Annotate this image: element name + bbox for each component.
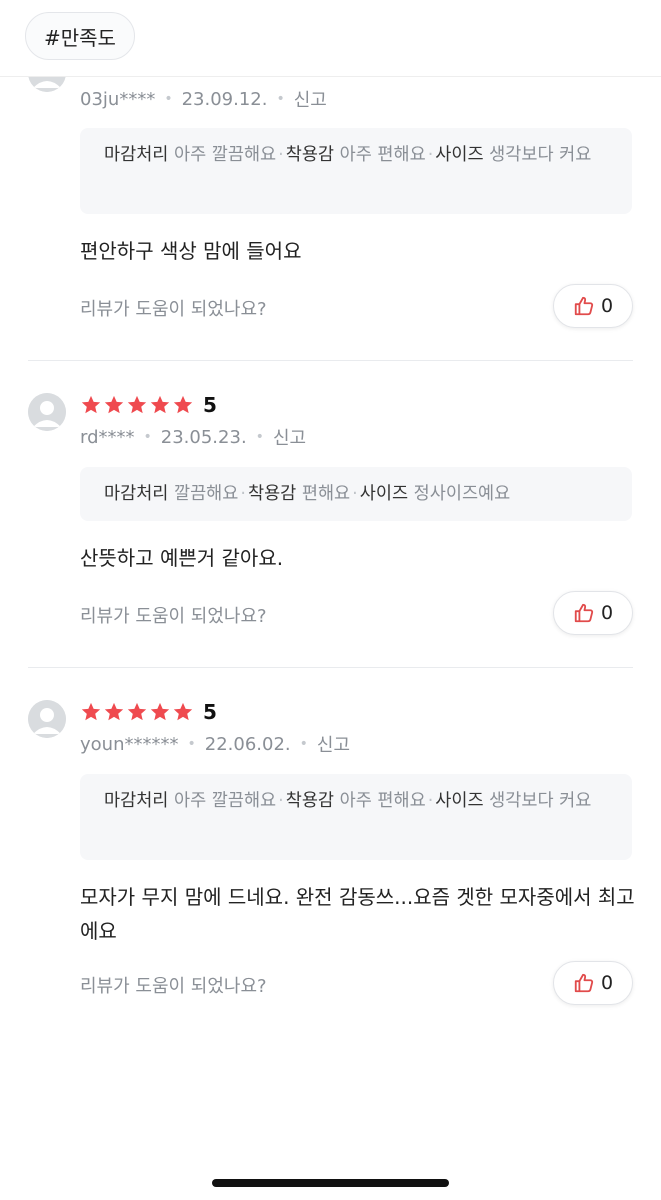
- attr-value: 아주 깔끔해요: [173, 145, 277, 165]
- star-icon: [172, 394, 194, 416]
- star-rating: 5: [80, 700, 217, 724]
- review-text: 모자가 무지 맘에 드네요. 완전 감동쓰...요즘 겟한 모자중에서 최고에요: [80, 885, 635, 943]
- star-icon: [126, 701, 148, 723]
- like-button[interactable]: 0: [553, 591, 633, 635]
- star-icon: [103, 701, 125, 723]
- attr-value: 아주 깔끔해요: [173, 791, 277, 811]
- thumbs-up-icon: [574, 603, 594, 623]
- like-button[interactable]: 0: [553, 961, 633, 1005]
- attr-value: 아주 편해요: [339, 145, 426, 165]
- star-icon: [80, 701, 102, 723]
- review-meta: rd**** • 23.05.23. • 신고: [80, 424, 306, 450]
- attr-key: 마감처리: [104, 145, 169, 165]
- attr-key: 사이즈: [359, 484, 409, 504]
- review-attributes: 마감처리 아주 깔끔해요 · 착용감 아주 편해요 · 사이즈 생각보다 커요: [80, 774, 632, 860]
- review-date: 22.06.02.: [204, 733, 291, 755]
- star-icon: [149, 701, 171, 723]
- review-attributes: 마감처리 깔끔해요 · 착용감 편해요 · 사이즈 정사이즈예요: [80, 467, 632, 521]
- attr-key: 착용감: [285, 145, 335, 165]
- separator-dot: •: [164, 91, 173, 107]
- report-link[interactable]: 신고: [294, 86, 327, 112]
- star-icon: [149, 394, 171, 416]
- attr-value: 편해요: [301, 484, 351, 504]
- helpful-label: 리뷰가 도움이 되었나요?: [80, 606, 267, 627]
- avatar: [28, 393, 66, 431]
- reviewer-name: youn******: [80, 733, 179, 755]
- like-count: 0: [600, 602, 614, 624]
- star-icon: [172, 701, 194, 723]
- review-text: 산뜻하고 예쁜거 같아요.: [80, 546, 284, 570]
- star-icon: [103, 394, 125, 416]
- like-count: 0: [600, 295, 614, 317]
- reviewer-name: 03ju****: [80, 88, 156, 110]
- attr-key: 사이즈: [435, 791, 484, 811]
- avatar: [28, 700, 66, 738]
- separator-dot: •: [255, 429, 264, 445]
- review-meta: 03ju**** • 23.09.12. • 신고: [80, 86, 327, 112]
- filter-chip-satisfaction[interactable]: #만족도: [25, 12, 135, 60]
- thumbs-up-icon: [574, 973, 594, 993]
- review-date: 23.09.12.: [181, 88, 268, 110]
- rating-score: 5: [203, 700, 217, 724]
- attr-key: 착용감: [247, 484, 297, 504]
- attr-key: 마감처리: [104, 484, 169, 504]
- separator-dot: •: [187, 736, 196, 752]
- like-count: 0: [600, 972, 614, 994]
- home-indicator[interactable]: [212, 1179, 449, 1187]
- attr-key: 착용감: [285, 791, 335, 811]
- reviewer-name: rd****: [80, 426, 135, 448]
- separator-dot: •: [276, 91, 285, 107]
- filter-bar: #만족도: [0, 0, 661, 77]
- review-attributes: 마감처리 아주 깔끔해요 · 착용감 아주 편해요 · 사이즈 생각보다 커요: [80, 128, 632, 214]
- star-icon: [80, 394, 102, 416]
- report-link[interactable]: 신고: [273, 424, 306, 450]
- attr-key: 마감처리: [104, 791, 169, 811]
- divider: [28, 667, 633, 668]
- review-text: 편안하구 색상 맘에 들어요: [80, 239, 302, 263]
- review-date: 23.05.23.: [160, 426, 247, 448]
- like-button[interactable]: 0: [553, 284, 633, 328]
- attr-value: 아주 편해요: [339, 791, 426, 811]
- star-icon: [126, 394, 148, 416]
- separator-dot: •: [143, 429, 152, 445]
- attr-value: 생각보다 커요: [489, 145, 592, 165]
- attr-value: 생각보다 커요: [489, 791, 592, 811]
- helpful-label: 리뷰가 도움이 되었나요?: [80, 976, 267, 997]
- review-meta: youn****** • 22.06.02. • 신고: [80, 731, 350, 757]
- divider: [28, 360, 633, 361]
- thumbs-up-icon: [574, 296, 594, 316]
- star-rating: 5: [80, 393, 217, 417]
- rating-score: 5: [203, 393, 217, 417]
- separator-dot: •: [299, 736, 308, 752]
- attr-key: 사이즈: [435, 145, 484, 165]
- report-link[interactable]: 신고: [317, 731, 350, 757]
- helpful-label: 리뷰가 도움이 되었나요?: [80, 299, 267, 320]
- attr-value: 깔끔해요: [173, 484, 239, 504]
- attr-value: 정사이즈예요: [413, 484, 511, 504]
